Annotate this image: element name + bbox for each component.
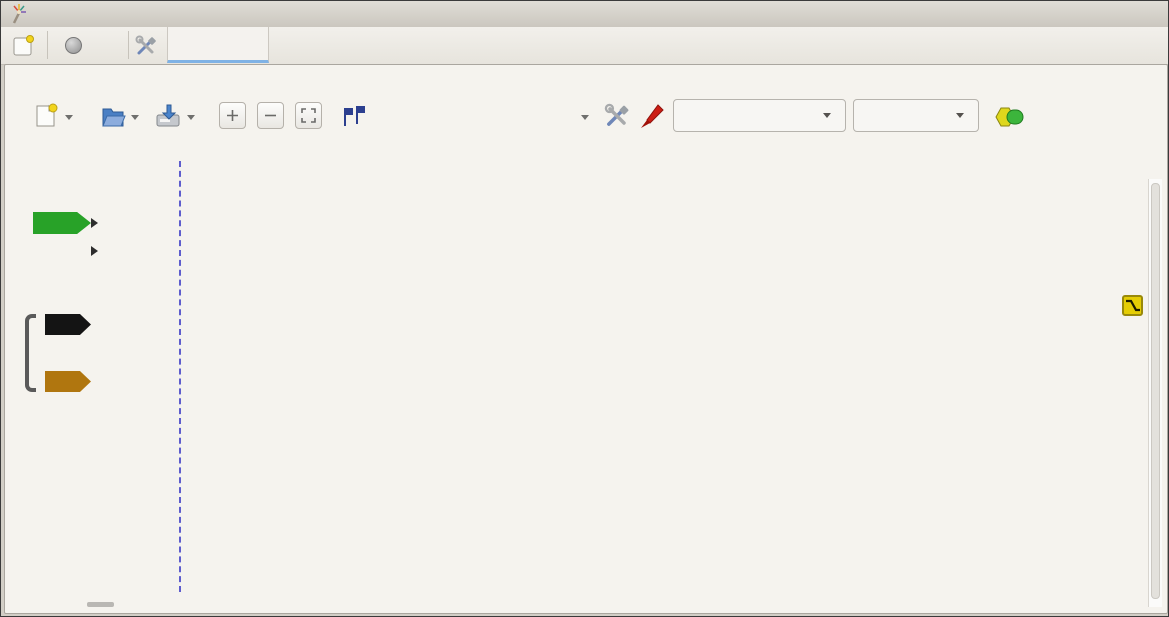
vertical-scrollbar[interactable] <box>1148 179 1162 607</box>
new-file-button[interactable] <box>31 102 59 130</box>
run-led-icon <box>65 37 82 54</box>
channel-group-bracket[interactable] <box>25 314 36 392</box>
main-toolbar <box>1 27 1168 65</box>
run-button[interactable] <box>59 32 97 58</box>
toolbar-separator <box>47 31 48 59</box>
trigger-flags-icon[interactable] <box>339 102 367 130</box>
horizontal-scrollbar-thumb[interactable] <box>87 602 114 607</box>
save-dropdown-caret[interactable] <box>187 115 195 120</box>
sample-count-combo[interactable] <box>673 99 846 132</box>
sample-rate-caret <box>956 113 964 118</box>
configure-device-icon[interactable] <box>603 102 631 130</box>
minus-icon <box>264 109 277 122</box>
trigger-marker-falling-edge-icon[interactable] <box>1122 295 1143 316</box>
tab-session-1[interactable] <box>167 27 269 63</box>
fit-icon <box>301 108 316 123</box>
save-button[interactable] <box>154 102 182 130</box>
new-file-dropdown-caret[interactable] <box>65 115 73 120</box>
open-file-dropdown-caret[interactable] <box>131 115 139 120</box>
channels-probe-icon[interactable] <box>638 102 666 130</box>
time-cursor-line[interactable] <box>179 161 181 592</box>
sample-count-caret <box>823 113 831 118</box>
zoom-fit-button[interactable] <box>295 102 322 129</box>
expander-icon[interactable] <box>91 218 98 228</box>
vertical-scrollbar-thumb[interactable] <box>1151 183 1160 599</box>
zoom-in-button[interactable] <box>219 102 246 129</box>
plus-icon <box>226 109 239 122</box>
sample-rate-combo[interactable] <box>853 99 979 132</box>
title-bar <box>1 1 1168 28</box>
trace-view[interactable] <box>1 178 1169 608</box>
settings-tools-icon[interactable] <box>134 34 158 58</box>
new-session-button[interactable] <box>11 34 35 58</box>
expander-icon[interactable] <box>91 246 98 256</box>
zoom-out-button[interactable] <box>257 102 284 129</box>
pulseview-window <box>0 0 1169 617</box>
toolbar-separator <box>128 31 129 59</box>
device-dropdown-caret[interactable] <box>581 115 589 120</box>
add-decoder-button[interactable] <box>994 105 1024 129</box>
pulseview-logo-icon <box>8 3 30 25</box>
open-file-button[interactable] <box>99 102 127 130</box>
